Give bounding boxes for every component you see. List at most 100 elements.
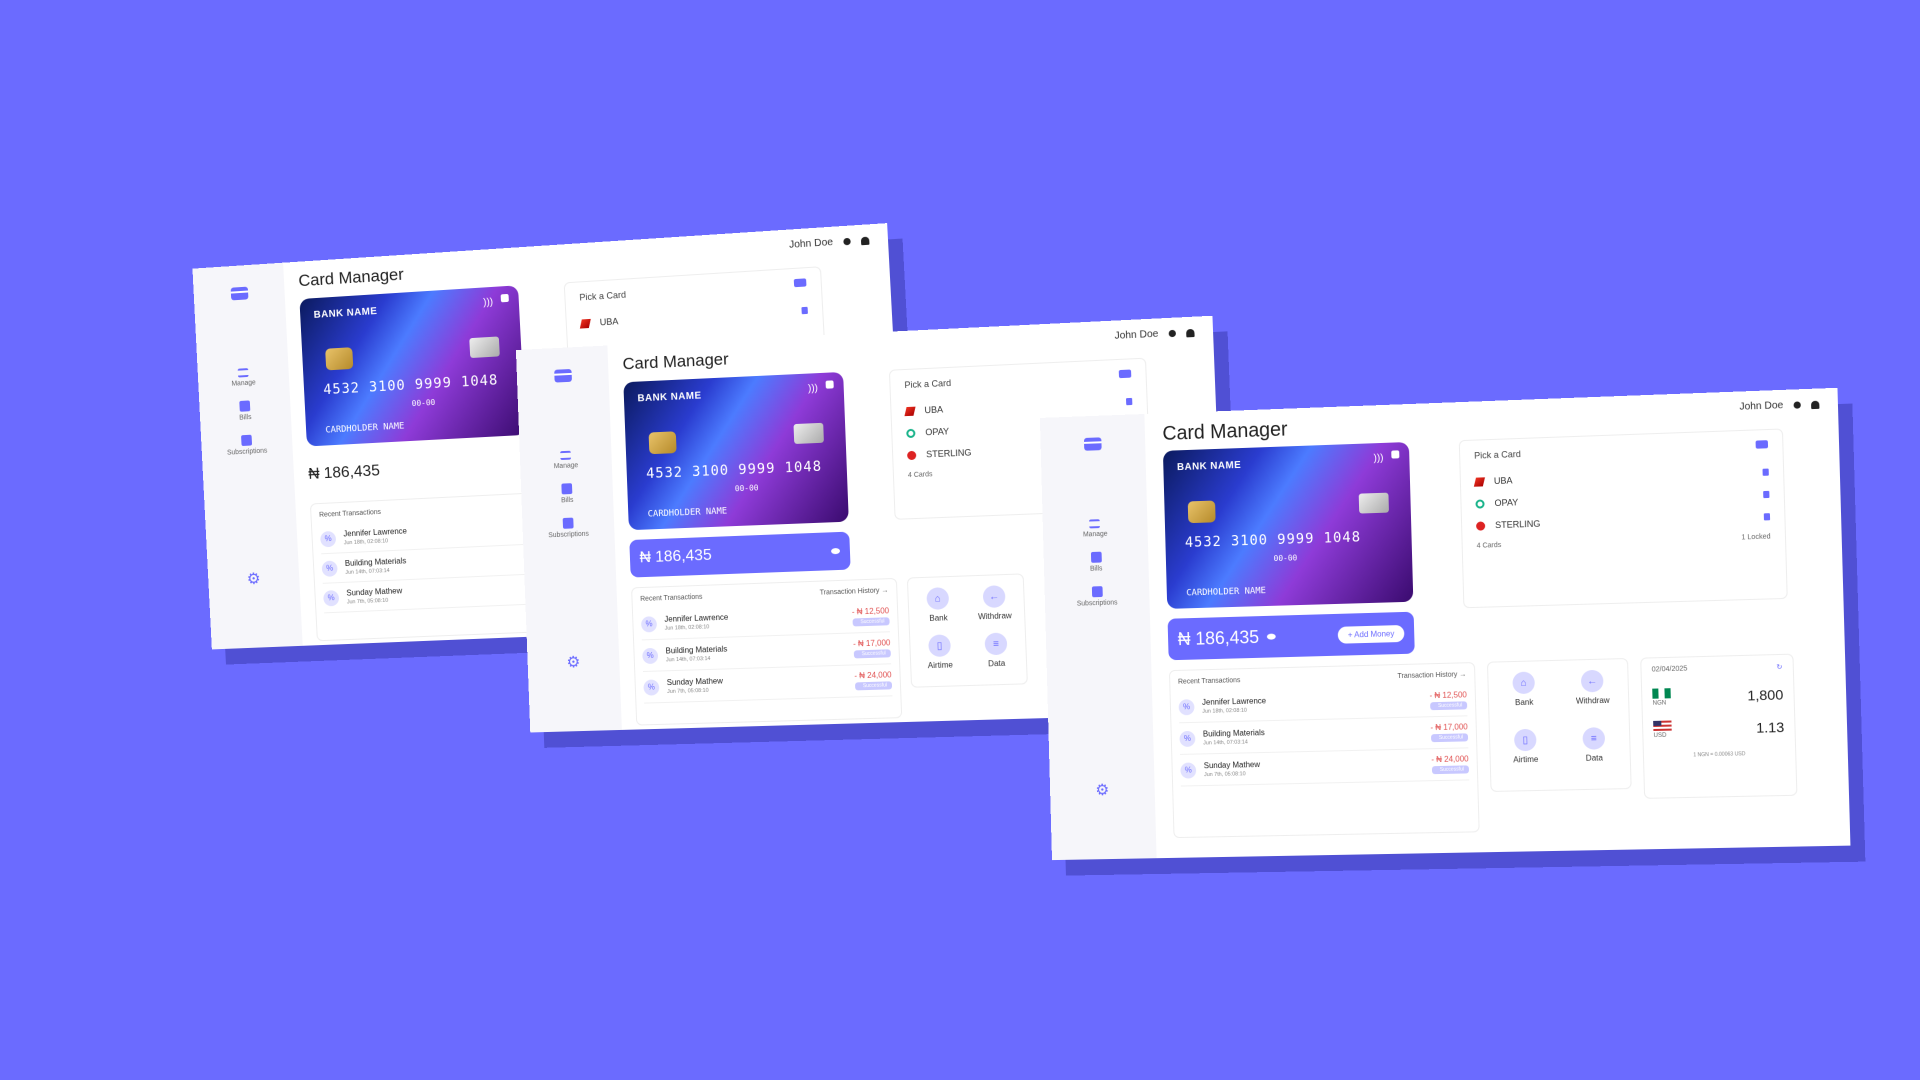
airtime-button[interactable]: ▯ Airtime: [914, 634, 966, 677]
sidebar-item-manage[interactable]: Manage: [231, 368, 256, 388]
fx-row-ngn: NGN 1,800: [1652, 685, 1783, 707]
list-icon: [237, 368, 249, 378]
sidebar-item-label: Manage: [553, 462, 579, 471]
sidebar-item-manage[interactable]: Manage: [1083, 519, 1108, 538]
cards-count: 4 Cards: [1476, 541, 1502, 550]
settings-gear-icon[interactable]: ⚙: [246, 569, 261, 589]
transaction-amount: - ₦ 24,000: [854, 670, 892, 681]
card-expiry: 00-00: [734, 483, 759, 494]
person-icon[interactable]: [1793, 401, 1801, 409]
transaction-amount: - ₦ 17,000: [1430, 722, 1468, 733]
bell-icon[interactable]: [1810, 400, 1820, 409]
eye-icon[interactable]: [830, 547, 841, 555]
transactions-heading: Recent Transactions: [640, 593, 703, 603]
calendar-icon: [562, 517, 574, 529]
bank-button[interactable]: ⌂ Bank: [912, 587, 964, 630]
transaction-date: Jun 14th, 07:03:14: [665, 656, 711, 664]
transaction-history-link[interactable]: Transaction History →: [1397, 671, 1466, 680]
user-name[interactable]: John Doe: [1739, 400, 1783, 413]
user-name[interactable]: John Doe: [1114, 329, 1158, 342]
card-number: 4532 3100 9999 1048: [645, 458, 823, 483]
chip-icon: [648, 431, 677, 455]
card-icon[interactable]: [1755, 440, 1769, 449]
database-icon: ≡: [1582, 727, 1606, 750]
card-logo-icon[interactable]: [230, 286, 248, 301]
currency-code: NGN: [1652, 700, 1667, 707]
sidebar-item-subscriptions[interactable]: Subscriptions: [226, 434, 267, 457]
fx-date: 02/04/2025: [1651, 665, 1688, 674]
data-button[interactable]: ≡ Data: [970, 632, 1022, 675]
lock-icon[interactable]: [801, 306, 808, 314]
bank-option-uba[interactable]: UBA: [579, 299, 808, 335]
withdraw-button[interactable]: ← Withdraw: [1561, 669, 1625, 722]
transaction-name: Sunday Mathew: [1203, 760, 1261, 771]
card-holder: CARDHOLDER NAME: [1186, 586, 1267, 599]
uba-logo-icon: [904, 406, 916, 416]
sidebar-item-bills[interactable]: Bills: [238, 400, 252, 422]
bank-card[interactable]: BANK NAME ))) 4532 3100 9999 1048 00-00 …: [623, 371, 849, 531]
settings-gear-icon[interactable]: ⚙: [566, 652, 581, 672]
bill-icon: [239, 400, 251, 412]
lock-icon[interactable]: [1125, 397, 1133, 405]
sidebar-item-label: Bills: [239, 414, 252, 422]
card-bank-name: BANK NAME: [637, 390, 702, 405]
lock-icon[interactable]: [500, 293, 509, 303]
bank-card[interactable]: BANK NAME ))) 4532 3100 9999 1048 00-00 …: [299, 285, 526, 447]
percent-icon: %: [321, 559, 338, 577]
lock-icon[interactable]: [1763, 490, 1770, 498]
transactions-heading: Recent Transactions: [1177, 677, 1241, 686]
eye-icon[interactable]: [1266, 633, 1276, 640]
sidebar-item-label: Manage: [231, 379, 256, 388]
data-button[interactable]: ≡ Data: [1562, 727, 1626, 780]
card-icon[interactable]: [793, 278, 807, 288]
person-icon[interactable]: [843, 237, 851, 246]
hologram-icon: [793, 422, 824, 445]
bank-card[interactable]: BANK NAME ))) 4532 3100 9999 1048 00-00 …: [1162, 441, 1414, 609]
lock-icon[interactable]: [1762, 468, 1769, 476]
sidebar-item-subscriptions[interactable]: Subscriptions: [1076, 586, 1118, 608]
person-icon[interactable]: [1168, 329, 1177, 338]
add-money-button[interactable]: + Add Money: [1337, 624, 1405, 644]
table-row[interactable]: % Sunday Mathew Jun 7th, 05:08:10 - ₦ 24,00…: [643, 664, 893, 704]
withdraw-button[interactable]: ← Withdraw: [968, 585, 1020, 628]
sidebar-item-label: Bills: [1089, 565, 1103, 573]
action-label: Airtime: [1513, 754, 1539, 765]
airtime-button[interactable]: ▯ Airtime: [1494, 728, 1558, 781]
cards-count: 4 Cards: [907, 471, 933, 480]
bank-label: OPAY: [925, 426, 950, 438]
phone-icon: ▯: [928, 634, 952, 658]
transaction-date: Jun 7th, 05:08:10: [1203, 771, 1246, 779]
action-label: Withdraw: [977, 611, 1012, 622]
lock-icon[interactable]: [1763, 512, 1771, 520]
transaction-name: Sunday Mathew: [346, 586, 403, 598]
refresh-icon[interactable]: ↻: [1776, 663, 1782, 671]
sidebar-item-manage[interactable]: Manage: [553, 450, 578, 470]
sidebar-item-subscriptions[interactable]: Subscriptions: [548, 517, 589, 539]
quick-actions: ⌂ Bank ← Withdraw ▯ Airtime ≡ Data: [1486, 657, 1632, 792]
lock-icon[interactable]: [1391, 450, 1400, 459]
bank-button[interactable]: ⌂ Bank: [1492, 671, 1556, 724]
card-expiry: 00-00: [411, 397, 436, 409]
action-label: Withdraw: [1575, 695, 1610, 706]
dashboard-frame-3: Manage Bills Subscriptions ⚙ Card Manage…: [1039, 387, 1851, 861]
bell-icon[interactable]: [1186, 328, 1195, 337]
sidebar-item-bills[interactable]: Bills: [1089, 551, 1103, 573]
transaction-history-link[interactable]: Transaction History →: [820, 587, 889, 596]
status-badge: Successful: [1429, 701, 1468, 711]
action-label: Data: [987, 658, 1006, 669]
currency-code: USD: [1653, 732, 1667, 740]
card-logo-icon[interactable]: [553, 368, 572, 383]
percent-icon: %: [643, 678, 660, 696]
transaction-amount: - ₦ 12,500: [1429, 690, 1467, 701]
settings-gear-icon[interactable]: ⚙: [1095, 780, 1109, 800]
card-logo-icon[interactable]: [1083, 437, 1102, 451]
sidebar-item-bills[interactable]: Bills: [560, 483, 574, 504]
bell-icon[interactable]: [860, 236, 870, 245]
table-row[interactable]: % Sunday Mathew Jun 7th, 05:08:10 - ₦ 24,00…: [1180, 748, 1470, 787]
sidebar-item-label: Subscriptions: [1076, 599, 1118, 608]
locked-count: 1 Locked: [1741, 533, 1771, 542]
lock-icon[interactable]: [825, 380, 834, 389]
transaction-date: Jun 7th, 05:08:10: [346, 597, 389, 606]
fx-row-usd: USD 1.13: [1653, 718, 1784, 739]
card-icon[interactable]: [1118, 369, 1132, 379]
